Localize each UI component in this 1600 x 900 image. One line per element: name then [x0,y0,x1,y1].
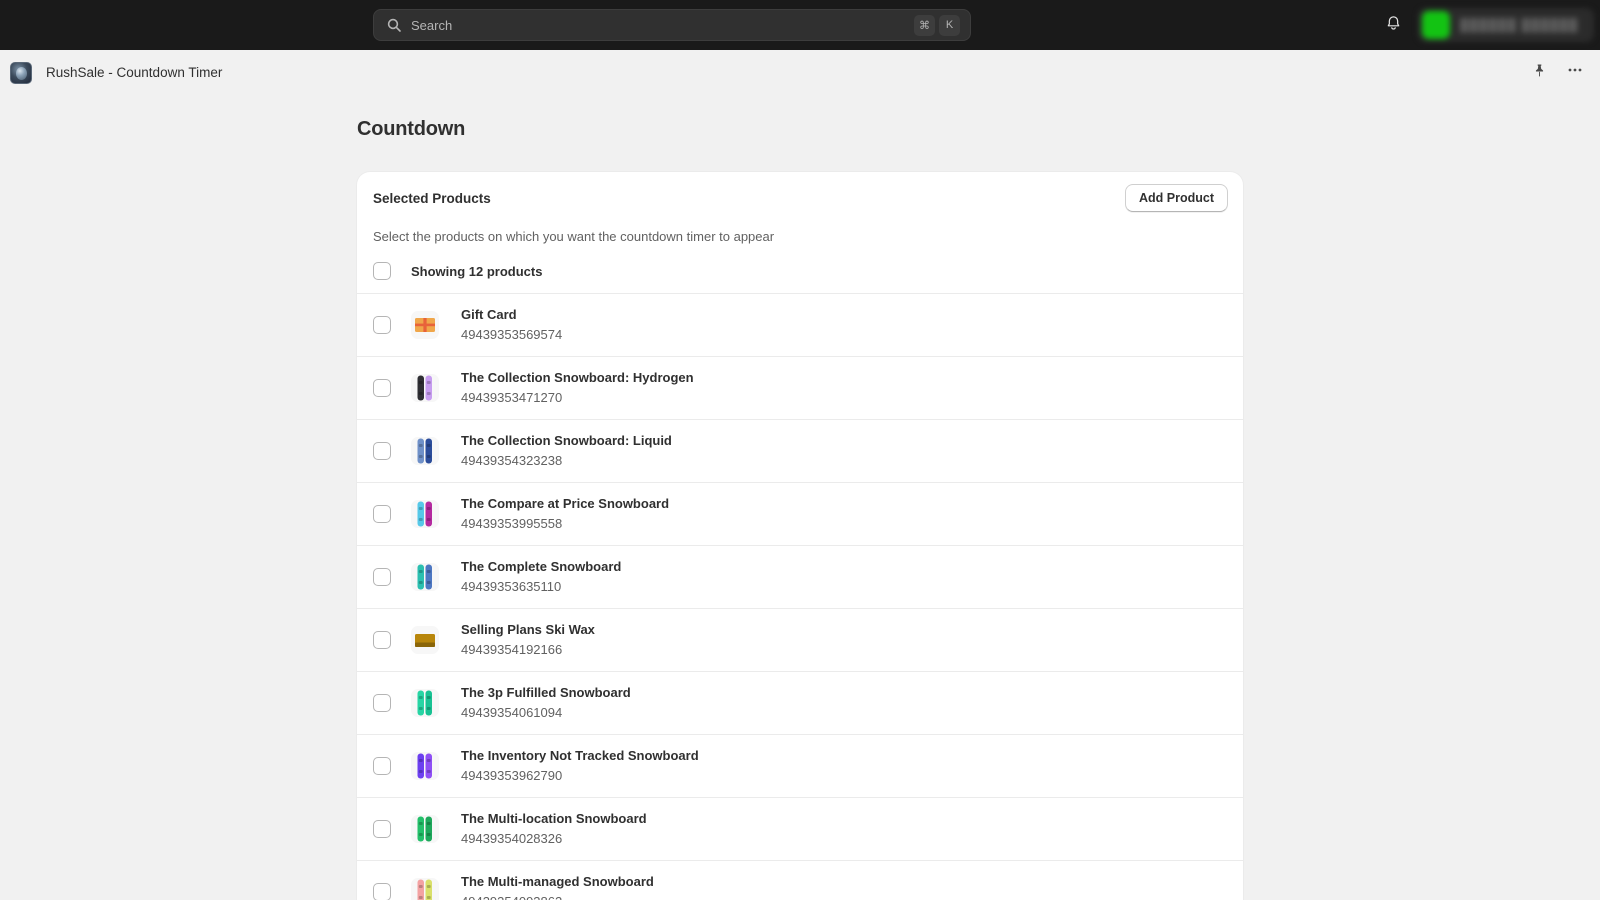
product-thumbnail [411,437,439,465]
product-id: 49439354093862 [461,892,654,900]
search-input[interactable]: Search [411,18,914,33]
product-name: The Multi-managed Snowboard [461,874,654,889]
product-id: 49439353569574 [461,327,563,342]
product-name: The Multi-location Snowboard [461,811,647,826]
product-id: 49439354028326 [461,831,563,846]
product-thumbnail [411,689,439,717]
app-frame-actions [1528,50,1586,95]
account-menu-button[interactable]: ██████ ██████ [1418,8,1594,42]
selected-products-card: Selected Products Add Product Select the… [357,172,1243,900]
app-frame-bar: RushSale - Countdown Timer [0,50,1600,95]
product-info: The Compare at Price Snowboard 4943935399… [461,495,669,533]
product-name: The Compare at Price Snowboard [461,496,670,511]
kbd-k: K [939,14,960,36]
product-info: The 3p Fulfilled Snowboard 49439354061094 [461,684,631,722]
app-globe-icon [10,61,32,84]
product-name: The Inventory Not Tracked Snowboard [461,748,699,763]
product-checkbox[interactable] [373,757,391,775]
product-id: 49439354061094 [461,705,563,720]
card-subtitle: Select the products on which you want th… [373,229,775,244]
top-bar-right-actions: ██████ ██████ [1376,0,1600,50]
product-checkbox[interactable] [373,442,391,460]
product-name: Selling Plans Ski Wax [461,622,595,637]
product-list: Showing 12 products Gift Card 49439353569… [357,262,1243,900]
product-checkbox[interactable] [373,694,391,712]
select-all-row: Showing 12 products [357,262,1243,293]
table-row[interactable]: The Multi-managed Snowboard 4943935409386… [357,860,1243,900]
product-info: The Multi-managed Snowboard 4943935409386… [461,873,654,900]
product-name: Gift Card [461,307,517,322]
product-id: 49439353635110 [461,579,562,594]
product-info: The Inventory Not Tracked Snowboard 49439… [461,747,699,785]
product-info: Gift Card 49439353569574 [461,306,562,344]
bell-icon [1385,14,1402,36]
product-thumbnail [411,878,439,900]
page-title: Countdown [357,118,466,140]
table-row[interactable]: The Complete Snowboard 49439353635110 [357,545,1243,608]
product-checkbox[interactable] [373,316,391,334]
table-row[interactable]: The Inventory Not Tracked Snowboard 49439… [357,734,1243,797]
product-id: 49439354192166 [461,642,563,657]
showing-count-label: Showing 12 products [411,263,543,279]
pin-icon [1532,63,1547,83]
product-id: 49439354323238 [461,453,563,468]
table-row[interactable]: Selling Plans Ski Wax 49439354192166 [357,608,1243,671]
table-row[interactable]: The 3p Fulfilled Snowboard 49439354061094 [357,671,1243,734]
product-thumbnail [411,500,439,528]
product-checkbox[interactable] [373,631,391,649]
ellipsis-icon [1567,62,1583,83]
product-thumbnail [411,374,439,402]
card-header: Selected Products Add Product [357,184,1243,212]
product-thumbnail [411,626,439,654]
select-all-checkbox[interactable] [373,262,391,280]
avatar [1422,11,1450,39]
table-row[interactable]: Gift Card 49439353569574 [357,293,1243,356]
product-thumbnail [411,311,439,339]
table-row[interactable]: The Collection Snowboard: Liquid 49439354… [357,419,1243,482]
table-row[interactable]: The Compare at Price Snowboard 4943935399… [357,482,1243,545]
product-checkbox[interactable] [373,883,391,900]
search-shortcut-hint: ⌘ K [914,14,960,36]
product-checkbox[interactable] [373,820,391,838]
product-thumbnail [411,563,439,591]
kbd-command: ⌘ [914,14,935,36]
more-options-button[interactable] [1564,62,1586,84]
product-checkbox[interactable] [373,379,391,397]
add-product-button[interactable]: Add Product [1125,184,1228,212]
product-checkbox[interactable] [373,505,391,523]
product-rows: Gift Card 49439353569574 The Collection Sn… [357,293,1243,900]
product-name: The 3p Fulfilled Snowboard [461,685,631,700]
product-name: The Complete Snowboard [461,559,622,574]
product-checkbox[interactable] [373,568,391,586]
notifications-button[interactable] [1376,8,1410,42]
product-info: The Collection Snowboard: Hydrogen 494393… [461,369,694,407]
table-row[interactable]: The Collection Snowboard: Hydrogen 494393… [357,356,1243,419]
product-id: 49439353962790 [461,768,563,783]
account-name: ██████ ██████ [1460,18,1579,32]
product-info: The Complete Snowboard 49439353635110 [461,558,621,596]
pin-button[interactable] [1528,62,1550,84]
product-id: 49439353995558 [461,516,563,531]
app-title: RushSale - Countdown Timer [46,65,223,80]
product-name: The Collection Snowboard: Hydrogen [461,370,694,385]
global-search-bar[interactable]: Search ⌘ K [373,9,971,41]
card-title: Selected Products [373,191,491,206]
product-info: Selling Plans Ski Wax 49439354192166 [461,621,595,659]
search-icon [386,17,402,33]
product-name: The Collection Snowboard: Liquid [461,433,672,448]
product-id: 49439353471270 [461,390,563,405]
product-thumbnail [411,752,439,780]
product-info: The Multi-location Snowboard 494393540283… [461,810,647,848]
page-content: Countdown Selected Products Add Product … [0,95,1600,900]
product-info: The Collection Snowboard: Liquid 49439354… [461,432,672,470]
product-thumbnail [411,815,439,843]
table-row[interactable]: The Multi-location Snowboard 494393540283… [357,797,1243,860]
admin-top-bar: Search ⌘ K ██████ ██████ [0,0,1600,50]
